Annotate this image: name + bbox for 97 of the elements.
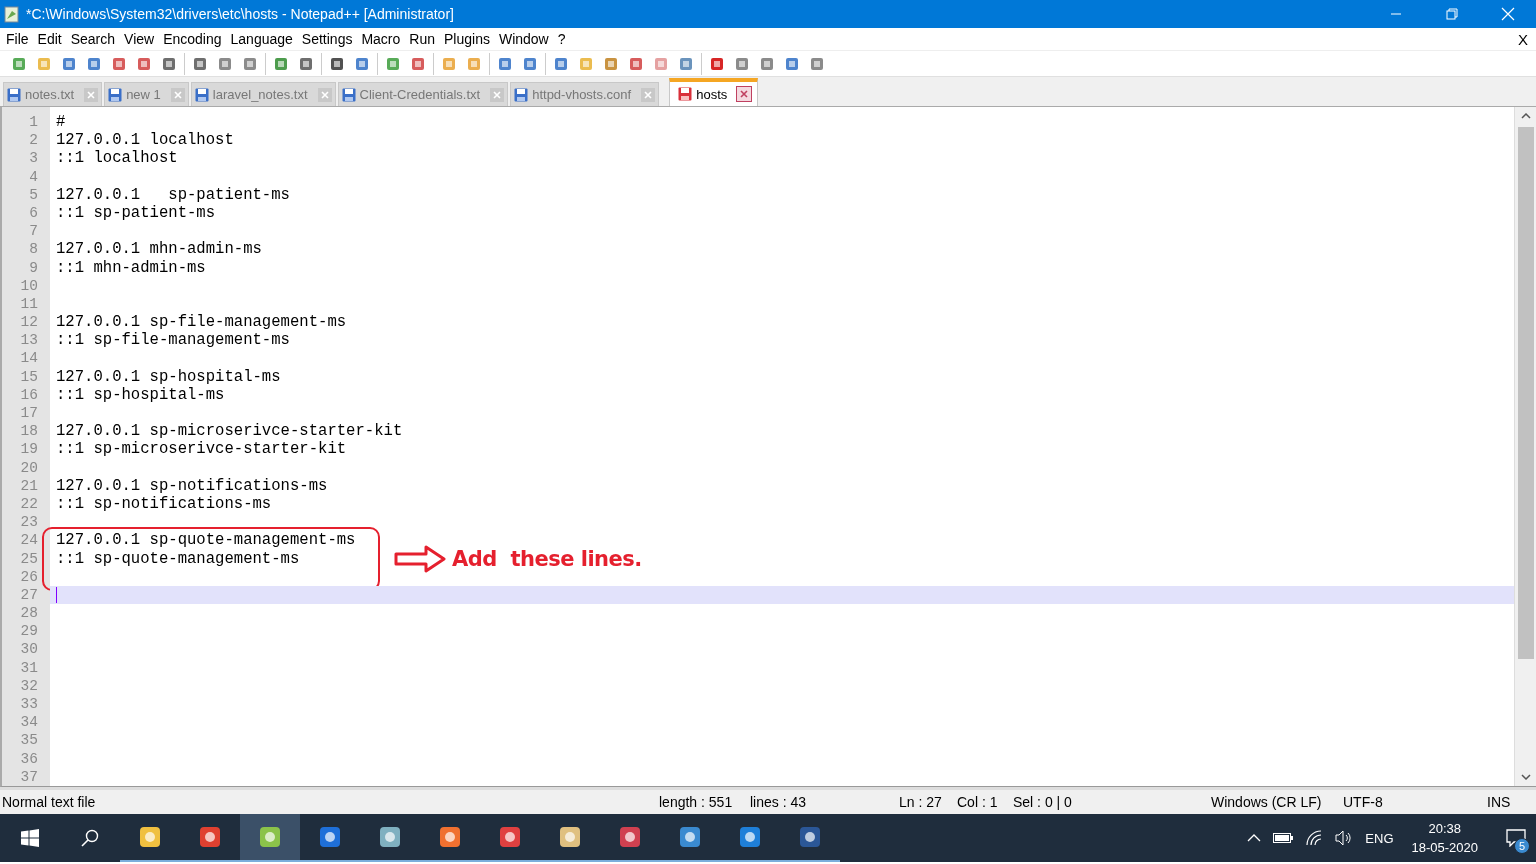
status-field: length : 551: [659, 794, 733, 810]
speaker-icon[interactable]: [1335, 830, 1354, 846]
line-number: 16: [19, 385, 39, 404]
code-line: ::1 localhost: [55, 149, 179, 168]
code-line: 127.0.0.1 sp-microserivce-starter-kit: [55, 422, 404, 441]
code-line: ::1 sp-quote-management-ms: [55, 549, 301, 568]
line-number: 20: [19, 458, 39, 477]
line-number: 4: [28, 167, 39, 186]
status-field: Windows (CR LF): [1211, 794, 1322, 810]
line-number: 21: [19, 476, 39, 495]
menu-item[interactable]: Edit: [33, 29, 66, 49]
line-number: 32: [19, 676, 39, 695]
tab-label: httpd-vhosts.conf: [532, 87, 632, 102]
tab-label: notes.txt: [25, 87, 75, 102]
status-field: Ln : 27: [899, 794, 942, 810]
battery-icon[interactable]: [1273, 833, 1294, 843]
code-line: ::1 sp-hospital-ms: [55, 385, 226, 404]
code-line: ::1 sp-microserivce-starter-kit: [55, 440, 348, 459]
line-number: 6: [28, 203, 39, 223]
code-line: 127.0.0.1 sp-patient-ms: [55, 185, 291, 204]
menu-item[interactable]: Macro: [357, 29, 405, 49]
code-line: #: [55, 113, 67, 132]
line-number: 36: [19, 749, 39, 768]
tab-label: hosts: [696, 86, 728, 102]
code-line: 127.0.0.1 sp-quote-management-ms: [55, 531, 357, 550]
menu-item[interactable]: View: [120, 29, 159, 49]
close-icon[interactable]: [737, 87, 752, 101]
code-line: 127.0.0.1 sp-file-management-ms: [55, 313, 348, 332]
clock[interactable]: 20:38 18-05-2020: [1405, 819, 1484, 857]
line-number: 28: [19, 604, 39, 623]
wifi-icon[interactable]: [1305, 830, 1324, 846]
line-number: 35: [19, 731, 39, 750]
tab-label: laravel_notes.txt: [212, 87, 308, 102]
line-number: 2: [28, 131, 39, 150]
line-number: 33: [19, 695, 39, 714]
menu-item[interactable]: Window: [494, 29, 553, 49]
status-field: UTF-8: [1343, 794, 1383, 810]
line-number: 10: [19, 276, 39, 295]
menu-item[interactable]: File: [2, 29, 33, 49]
code-line: 127.0.0.1 localhost: [55, 131, 235, 150]
line-number: 25: [19, 549, 39, 568]
line-number: 37: [19, 767, 39, 786]
arrow-icon: [394, 545, 446, 574]
line-number: 26: [19, 567, 39, 586]
menu-item[interactable]: Language: [226, 29, 297, 49]
code-line: ::1 mhn-admin-ms: [55, 258, 207, 277]
menu-item[interactable]: Search: [66, 29, 120, 49]
line-number: 18: [19, 422, 39, 441]
annotation-text: Add these lines.: [452, 547, 642, 572]
file-tab[interactable]: hosts: [669, 78, 759, 106]
tab-label: Client-Credentials.txt: [359, 87, 481, 102]
line-number: 22: [19, 494, 39, 514]
line-number: 31: [19, 658, 39, 677]
menu-item[interactable]: ?: [553, 29, 570, 49]
status-field: lines : 43: [750, 794, 807, 810]
status-field: Normal text file: [2, 794, 96, 810]
line-number: 29: [19, 622, 39, 641]
language-indicator[interactable]: ENG: [1365, 830, 1394, 846]
line-number: 8: [28, 240, 39, 259]
tab-label: new 1: [126, 87, 161, 102]
line-number: 9: [28, 258, 39, 277]
line-number: 23: [19, 513, 39, 532]
menu-item[interactable]: Plugins: [440, 29, 494, 49]
line-number: 7: [28, 222, 39, 241]
status-field: INS: [1487, 794, 1511, 810]
menu-item[interactable]: Encoding: [159, 29, 226, 49]
chevron-up-icon[interactable]: [1247, 834, 1262, 842]
line-number: 15: [19, 367, 39, 386]
line-number: 19: [19, 440, 39, 459]
menu-item[interactable]: Run: [405, 29, 439, 49]
notification-count: 5: [1514, 838, 1530, 854]
close-document-button[interactable]: X: [1516, 30, 1530, 48]
line-number: 3: [28, 149, 39, 168]
code-line: ::1 sp-patient-ms: [55, 203, 217, 223]
line-number: 30: [19, 640, 39, 659]
line-number: 13: [19, 331, 39, 350]
menu-item[interactable]: Settings: [297, 29, 357, 49]
code-line: ::1 sp-notifications-ms: [55, 494, 273, 514]
line-number: 5: [28, 185, 39, 204]
taskbar-app[interactable]: [240, 814, 300, 862]
window-title: *C:\Windows\System32\drivers\etc\hosts - Notepad++ [Administrator]: [26, 6, 455, 22]
code-line: 127.0.0.1 sp-hospital-ms: [55, 367, 282, 386]
line-number: 27: [19, 585, 39, 605]
status-field: Sel : 0 | 0: [1013, 794, 1072, 810]
line-number: 12: [19, 313, 39, 332]
code-line: ::1 sp-file-management-ms: [55, 331, 291, 350]
line-number: 14: [19, 349, 39, 368]
status-field: Col : 1: [957, 794, 998, 810]
line-number: 1: [28, 113, 39, 132]
line-number: 24: [19, 531, 39, 550]
code-line: 127.0.0.1 mhn-admin-ms: [55, 240, 263, 259]
line-number: 11: [19, 294, 39, 314]
line-number: 17: [19, 404, 39, 423]
line-number: 34: [19, 713, 39, 732]
scrollbar-thumb[interactable]: [1517, 127, 1534, 659]
text-cursor: [56, 586, 57, 603]
code-line: 127.0.0.1 sp-notifications-ms: [55, 476, 329, 495]
